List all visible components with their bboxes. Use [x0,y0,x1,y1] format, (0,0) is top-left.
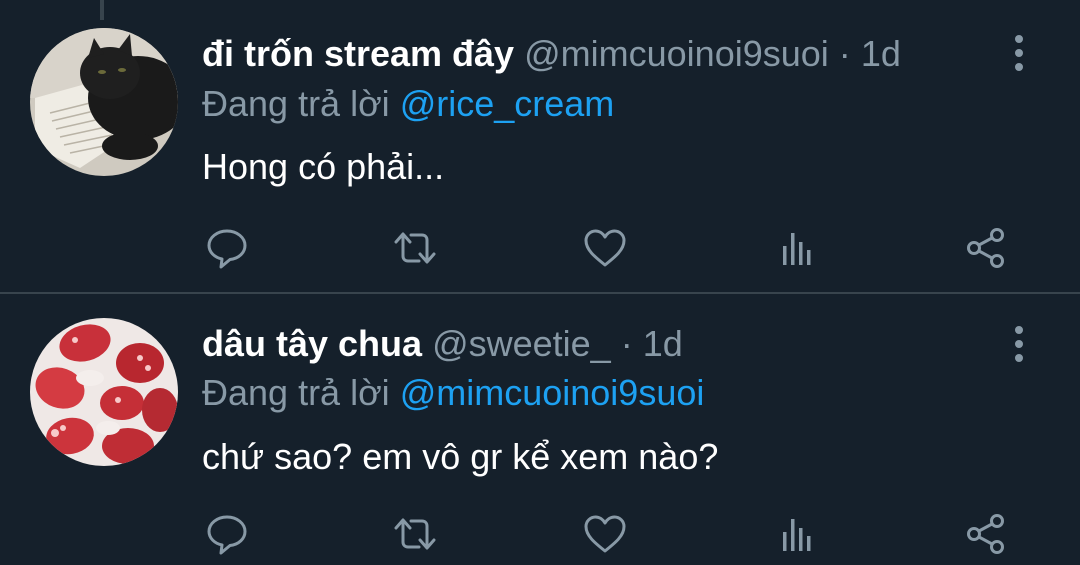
analytics-icon [783,233,811,265]
separator-dot: · [838,33,851,74]
tweet-actions [0,508,1080,560]
comment-icon [207,229,247,269]
more-options-button[interactable] [1004,324,1034,364]
replying-to: Đang trả lời @rice_cream [202,82,614,126]
tweet-feed: đi trốn stream đây @mimcuoinoi9suoi · 1d… [0,0,1080,565]
timestamp[interactable]: 1d [643,323,683,364]
user-handle[interactable]: @sweetie_ [432,323,611,364]
more-options-button[interactable] [1004,33,1034,73]
avatar[interactable] [30,318,178,466]
share-icon [967,514,1004,554]
retweet-icon [394,518,436,550]
avatar-cat-book-image [30,28,178,176]
reply-mention-link[interactable]: @mimcuoinoi9suoi [400,372,705,413]
retweet-icon [394,232,436,264]
tweet-header: đi trốn stream đây @mimcuoinoi9suoi · 1d [202,32,901,76]
tweet-actions [0,222,1080,274]
separator-dot: · [620,323,633,364]
analytics-icon [783,519,811,551]
avatar-strawberry-milk-image [30,318,178,466]
analytics-button[interactable] [770,508,822,560]
tweet-text: chứ sao? em vô gr kể xem nào? [202,436,719,477]
user-handle[interactable]: @mimcuoinoi9suoi [524,33,829,74]
replying-to: Đang trả lời @mimcuoinoi9suoi [202,371,704,415]
tweet-text: Hong có phải... [202,146,445,187]
share-button[interactable] [960,508,1012,560]
more-vertical-icon [1015,326,1023,362]
replying-to-label: Đang trả lời [202,372,390,413]
tweet-divider [0,292,1080,294]
display-name[interactable]: dâu tây chua [202,323,422,364]
reply-button[interactable] [201,508,253,560]
reply-mention-link[interactable]: @rice_cream [400,83,615,124]
avatar[interactable] [30,28,178,176]
tweet[interactable]: đi trốn stream đây @mimcuoinoi9suoi · 1d… [0,0,1080,293]
share-button[interactable] [960,222,1012,274]
tweet[interactable]: dâu tây chua @sweetie_ · 1d Đang trả lời… [0,295,1080,565]
more-vertical-icon [1015,35,1023,71]
like-button[interactable] [579,222,631,274]
heart-icon [584,515,626,553]
display-name[interactable]: đi trốn stream đây [202,33,514,74]
replying-to-label: Đang trả lời [202,83,390,124]
timestamp[interactable]: 1d [861,33,901,74]
retweet-button[interactable] [389,508,441,560]
heart-icon [584,229,626,267]
share-icon [967,228,1004,268]
like-button[interactable] [579,508,631,560]
analytics-button[interactable] [770,222,822,274]
tweet-header: dâu tây chua @sweetie_ · 1d [202,322,683,366]
comment-icon [207,515,247,555]
retweet-button[interactable] [389,222,441,274]
reply-button[interactable] [201,222,253,274]
